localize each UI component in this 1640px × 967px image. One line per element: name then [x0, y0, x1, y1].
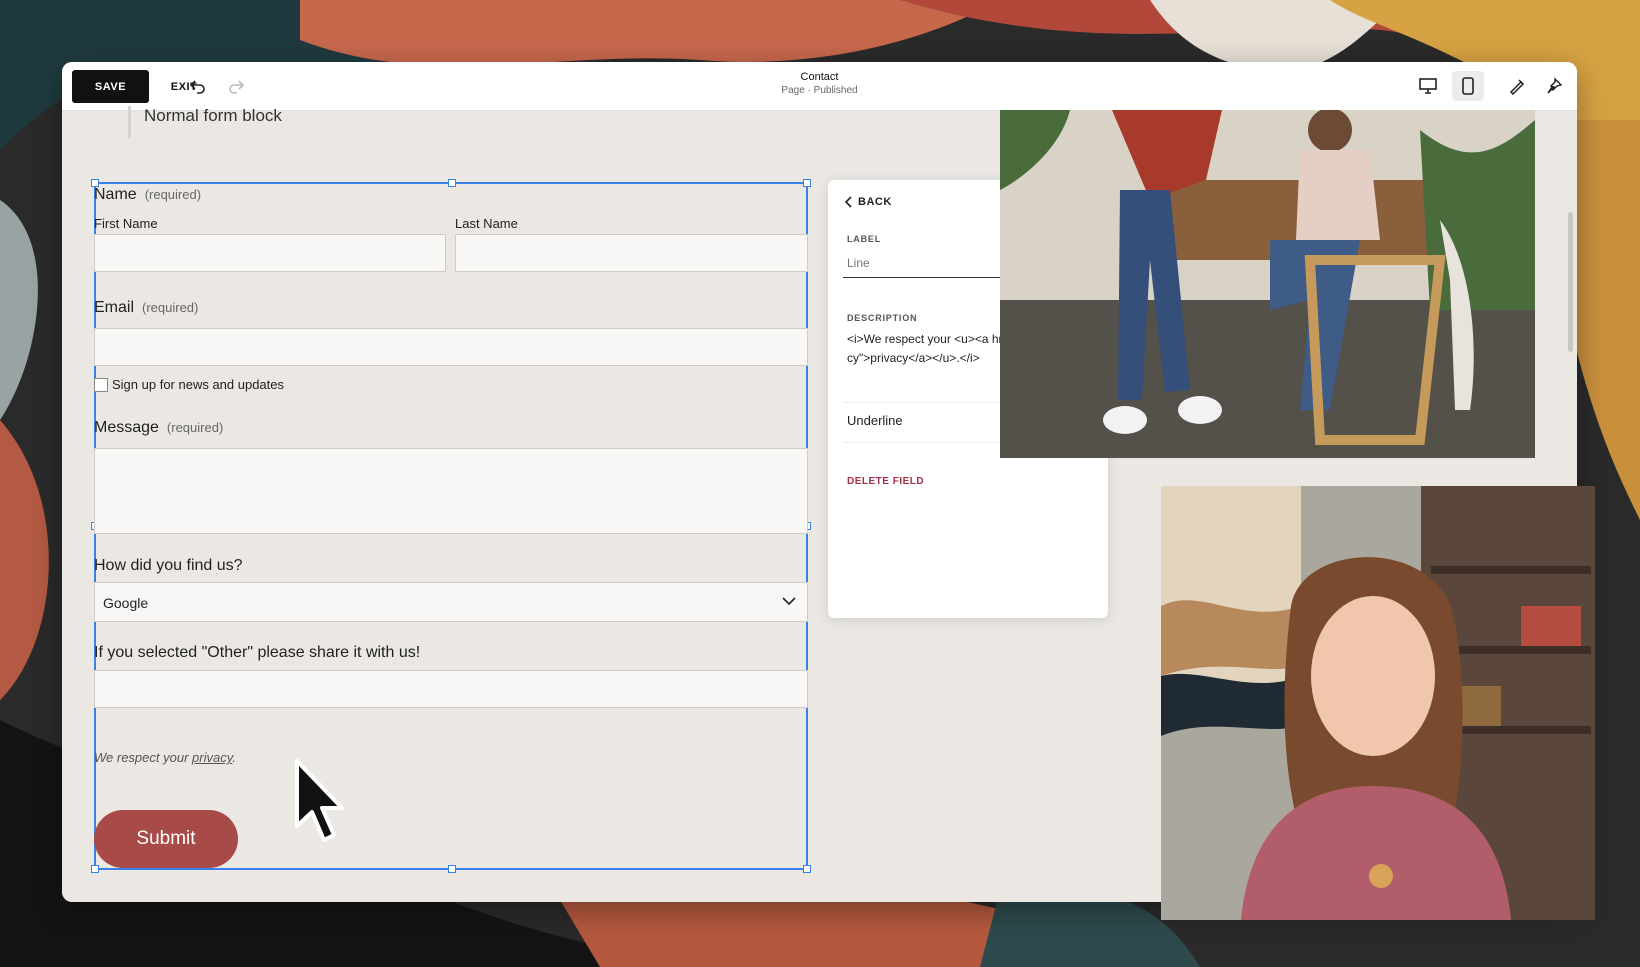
desktop-icon[interactable] [1416, 74, 1440, 98]
resize-handle[interactable] [803, 179, 811, 187]
scrollbar[interactable] [1568, 212, 1573, 352]
webcam-overlay [1161, 486, 1595, 920]
privacy-link[interactable]: privacy [192, 750, 232, 765]
first-name-label: First Name [94, 216, 158, 231]
pin-icon[interactable] [1542, 74, 1566, 98]
chevron-left-icon [844, 196, 852, 208]
mouse-cursor-icon [292, 756, 352, 851]
message-label: Message (required) [94, 419, 224, 436]
other-label: If you selected "Other" please share it … [94, 644, 421, 661]
block-label: Normal form block [144, 106, 282, 125]
style-icon[interactable] [1505, 74, 1529, 98]
first-name-input[interactable] [94, 234, 446, 272]
find-us-select[interactable]: Google [94, 582, 808, 622]
resize-handle[interactable] [803, 865, 811, 873]
back-button[interactable]: BACK [844, 196, 892, 208]
underline-label: Underline [847, 413, 903, 428]
chevron-down-icon [781, 593, 797, 612]
name-label: Name (required) [94, 186, 202, 203]
last-name-label: Last Name [455, 216, 518, 231]
page-status: Page · Published [781, 85, 858, 96]
page-photo [1000, 110, 1535, 458]
label-heading: LABEL [847, 234, 881, 244]
other-input[interactable] [94, 670, 808, 708]
resize-handle[interactable] [448, 179, 456, 187]
submit-button[interactable]: Submit [94, 810, 238, 868]
find-us-value: Google [103, 595, 149, 611]
privacy-note: We respect your privacy. [94, 750, 236, 765]
find-us-label: How did you find us? [94, 557, 243, 574]
mobile-icon[interactable] [1452, 71, 1484, 101]
newsletter-label: Sign up for news and updates [112, 377, 285, 392]
newsletter-checkbox[interactable] [94, 378, 108, 392]
email-input[interactable] [94, 328, 808, 366]
page-title: Contact [800, 71, 839, 83]
message-textarea[interactable] [94, 448, 808, 534]
resize-handle[interactable] [448, 865, 456, 873]
resize-handle[interactable] [91, 865, 99, 873]
block-indicator [128, 106, 131, 138]
last-name-input[interactable] [455, 234, 808, 272]
delete-field-button[interactable]: DELETE FIELD [847, 476, 924, 487]
description-heading: DESCRIPTION [847, 313, 918, 323]
page-info: Contact Page · Published [62, 71, 1577, 96]
editor-toolbar: SAVE EXIT Contact Page · Published [62, 62, 1577, 111]
email-label: Email (required) [94, 299, 199, 316]
